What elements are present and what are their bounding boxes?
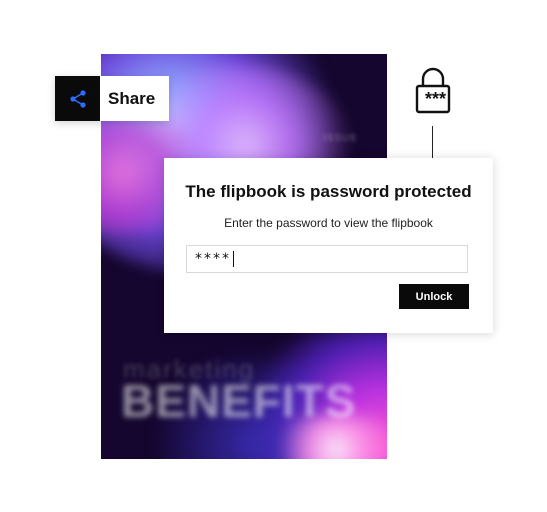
password-value: **** [195,251,231,267]
share-icon-box [55,76,100,121]
password-lock-icon: *** [415,67,451,114]
password-input[interactable]: **** [186,245,468,273]
password-dialog: The flipbook is password protected Enter… [164,158,493,333]
text-caret [233,251,234,267]
unlock-button[interactable]: Unlock [399,284,469,309]
dialog-subtitle: Enter the password to view the flipbook [224,216,433,230]
cover-small-text: ISSUE [323,133,359,144]
lock-connector-line [432,126,433,160]
share-button[interactable]: Share [55,76,169,121]
share-icon [69,89,86,108]
stage: ISSUE marketing BENEFITS Share *** The f… [0,0,547,512]
dialog-title: The flipbook is password protected [185,182,472,201]
cover-title: BENEFITS [121,375,357,427]
lock-glyph: *** [425,89,446,109]
share-label: Share [108,88,156,108]
